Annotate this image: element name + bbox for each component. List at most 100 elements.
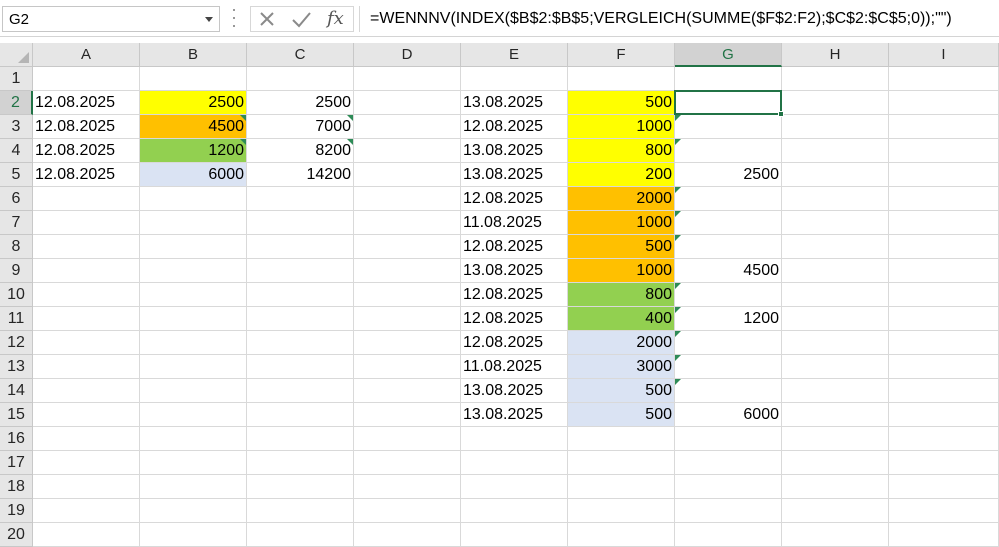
cell-a7[interactable] <box>33 211 140 235</box>
cell-i5[interactable] <box>889 163 999 187</box>
cell-e7[interactable]: 11.08.2025 <box>461 211 568 235</box>
cell-d15[interactable] <box>354 403 461 427</box>
cell-d3[interactable] <box>354 115 461 139</box>
cell-c13[interactable] <box>247 355 354 379</box>
cell-h15[interactable] <box>782 403 889 427</box>
cell-b7[interactable] <box>140 211 247 235</box>
cell-g18[interactable] <box>675 475 782 499</box>
cell-c17[interactable] <box>247 451 354 475</box>
cell-b15[interactable] <box>140 403 247 427</box>
cell-a15[interactable] <box>33 403 140 427</box>
cell-b3[interactable]: 4500 <box>140 115 247 139</box>
row-header-4[interactable]: 4 <box>0 139 33 163</box>
cell-i15[interactable] <box>889 403 999 427</box>
column-header-c[interactable]: C <box>247 43 354 67</box>
cell-i9[interactable] <box>889 259 999 283</box>
cell-b17[interactable] <box>140 451 247 475</box>
cell-e17[interactable] <box>461 451 568 475</box>
cell-i18[interactable] <box>889 475 999 499</box>
cell-g3[interactable] <box>675 115 782 139</box>
cell-h8[interactable] <box>782 235 889 259</box>
cell-c5[interactable]: 14200 <box>247 163 354 187</box>
name-box[interactable]: G2 <box>2 6 220 32</box>
column-header-a[interactable]: A <box>33 43 140 67</box>
check-icon[interactable] <box>289 9 315 31</box>
cell-e2[interactable]: 13.08.2025 <box>461 91 568 115</box>
cell-i1[interactable] <box>889 67 999 91</box>
cell-e18[interactable] <box>461 475 568 499</box>
cell-b16[interactable] <box>140 427 247 451</box>
cell-g15[interactable]: 6000 <box>675 403 782 427</box>
cell-c20[interactable] <box>247 523 354 547</box>
cell-d4[interactable] <box>354 139 461 163</box>
cell-b2[interactable]: 2500 <box>140 91 247 115</box>
cell-d18[interactable] <box>354 475 461 499</box>
row-header-12[interactable]: 12 <box>0 331 33 355</box>
cell-f2[interactable]: 500 <box>568 91 675 115</box>
cell-e20[interactable] <box>461 523 568 547</box>
cell-b14[interactable] <box>140 379 247 403</box>
cell-d19[interactable] <box>354 499 461 523</box>
column-header-f[interactable]: F <box>568 43 675 67</box>
insert-function-button[interactable]: fx <box>327 8 344 29</box>
cell-b6[interactable] <box>140 187 247 211</box>
cell-a2[interactable]: 12.08.2025 <box>33 91 140 115</box>
more-options-icon[interactable] <box>232 9 236 27</box>
cell-a4[interactable]: 12.08.2025 <box>33 139 140 163</box>
cell-d17[interactable] <box>354 451 461 475</box>
row-header-9[interactable]: 9 <box>0 259 33 283</box>
cell-f13[interactable]: 3000 <box>568 355 675 379</box>
row-header-10[interactable]: 10 <box>0 283 33 307</box>
cell-b11[interactable] <box>140 307 247 331</box>
row-header-14[interactable]: 14 <box>0 379 33 403</box>
cell-c14[interactable] <box>247 379 354 403</box>
cell-h2[interactable] <box>782 91 889 115</box>
cell-d1[interactable] <box>354 67 461 91</box>
cell-h7[interactable] <box>782 211 889 235</box>
cell-f17[interactable] <box>568 451 675 475</box>
column-header-e[interactable]: E <box>461 43 568 67</box>
cell-g9[interactable]: 4500 <box>675 259 782 283</box>
cell-a19[interactable] <box>33 499 140 523</box>
cell-g11[interactable]: 1200 <box>675 307 782 331</box>
cell-b19[interactable] <box>140 499 247 523</box>
cell-h3[interactable] <box>782 115 889 139</box>
cell-e1[interactable] <box>461 67 568 91</box>
cell-h1[interactable] <box>782 67 889 91</box>
cell-c8[interactable] <box>247 235 354 259</box>
cell-g13[interactable] <box>675 355 782 379</box>
cell-a8[interactable] <box>33 235 140 259</box>
cell-e19[interactable] <box>461 499 568 523</box>
cell-e16[interactable] <box>461 427 568 451</box>
cell-a12[interactable] <box>33 331 140 355</box>
cell-c7[interactable] <box>247 211 354 235</box>
cell-d14[interactable] <box>354 379 461 403</box>
column-header-b[interactable]: B <box>140 43 247 67</box>
cell-a9[interactable] <box>33 259 140 283</box>
cell-c10[interactable] <box>247 283 354 307</box>
column-header-i[interactable]: I <box>889 43 999 67</box>
cell-f16[interactable] <box>568 427 675 451</box>
cell-g20[interactable] <box>675 523 782 547</box>
cell-h14[interactable] <box>782 379 889 403</box>
cell-i14[interactable] <box>889 379 999 403</box>
cell-i13[interactable] <box>889 355 999 379</box>
cell-d16[interactable] <box>354 427 461 451</box>
cell-g2[interactable] <box>675 91 782 115</box>
cell-e14[interactable]: 13.08.2025 <box>461 379 568 403</box>
cell-e10[interactable]: 12.08.2025 <box>461 283 568 307</box>
row-header-20[interactable]: 20 <box>0 523 33 547</box>
cell-a20[interactable] <box>33 523 140 547</box>
chevron-down-icon[interactable] <box>205 17 213 22</box>
select-all-button[interactable] <box>0 43 33 67</box>
cell-g19[interactable] <box>675 499 782 523</box>
cell-f20[interactable] <box>568 523 675 547</box>
cell-f12[interactable]: 2000 <box>568 331 675 355</box>
cell-a1[interactable] <box>33 67 140 91</box>
cell-c18[interactable] <box>247 475 354 499</box>
cell-e6[interactable]: 12.08.2025 <box>461 187 568 211</box>
cell-a3[interactable]: 12.08.2025 <box>33 115 140 139</box>
cell-h13[interactable] <box>782 355 889 379</box>
cell-d9[interactable] <box>354 259 461 283</box>
row-header-18[interactable]: 18 <box>0 475 33 499</box>
